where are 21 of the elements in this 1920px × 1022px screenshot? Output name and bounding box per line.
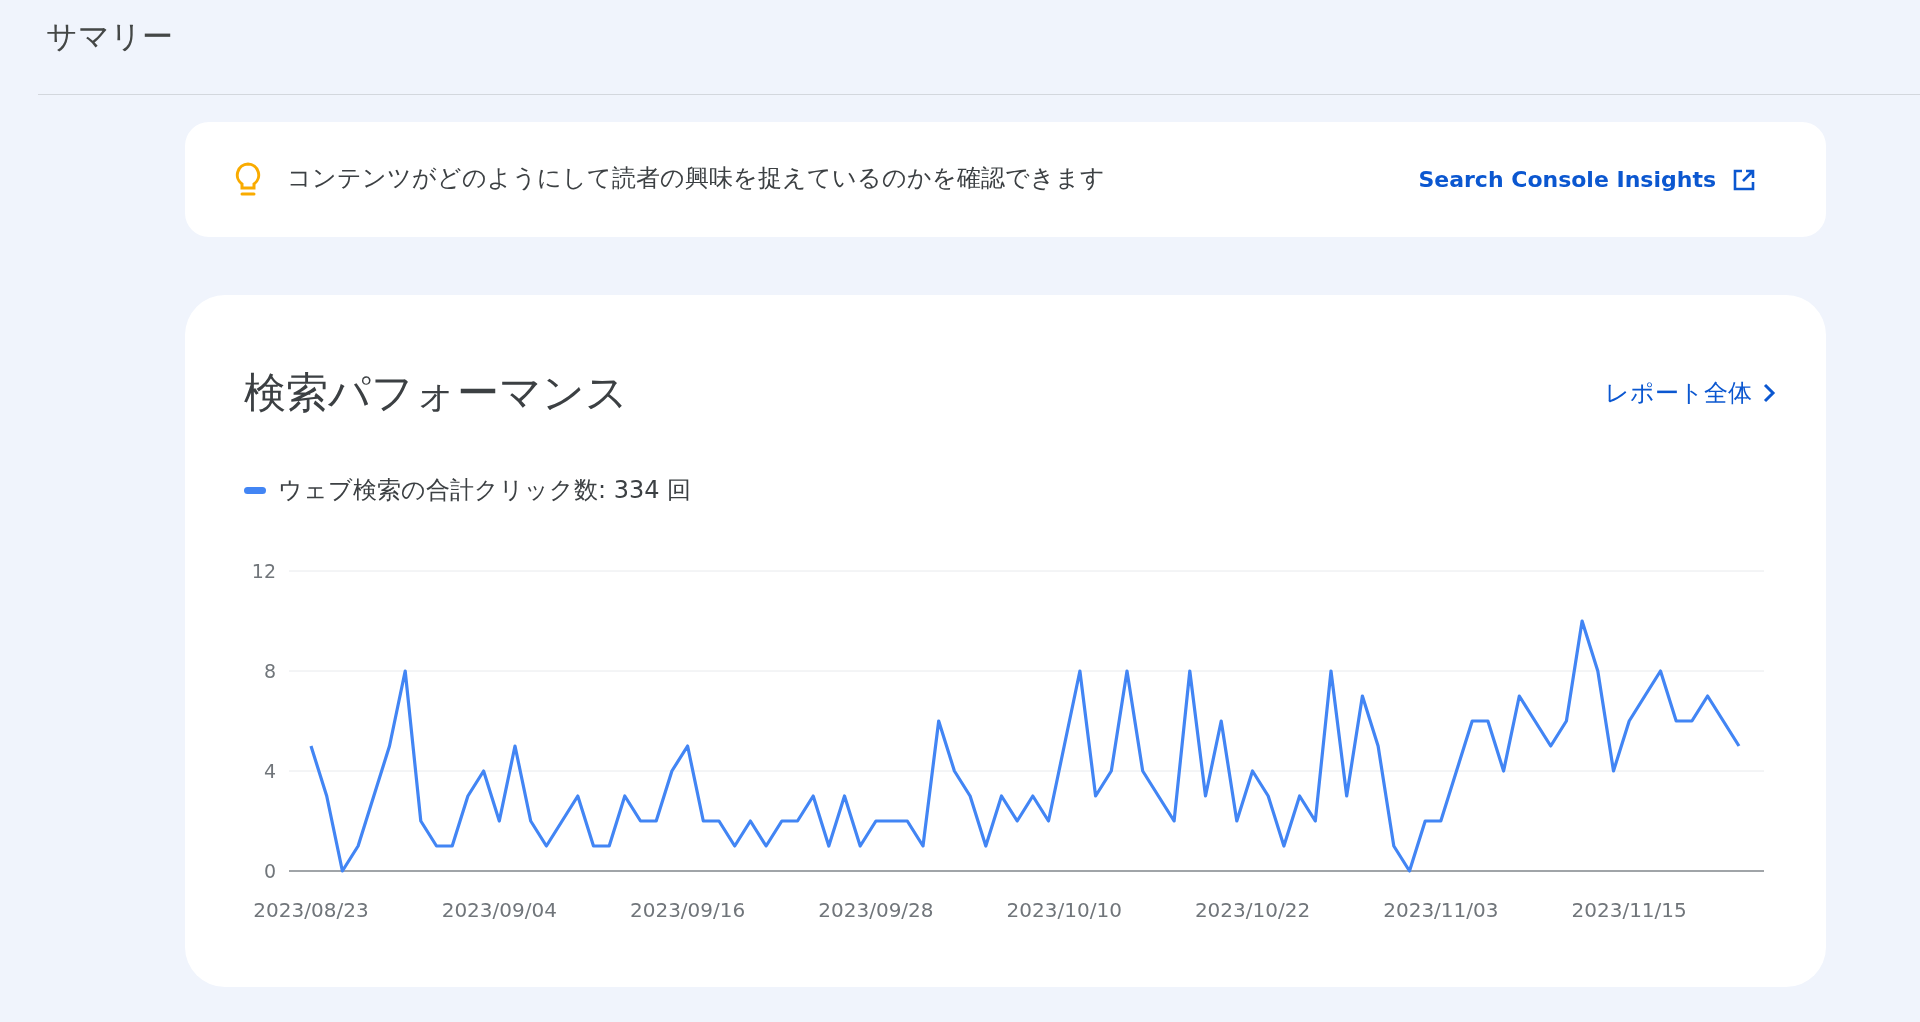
insight-text: コンテンツがどのようにして読者の興味を捉えているのかを確認できます [287,162,1106,194]
legend-label: ウェブ検索の合計クリック数: 334 回 [278,475,692,506]
y-tick-label: 8 [263,660,276,682]
y-tick-label: 12 [251,560,276,582]
x-tick-label: 2023/08/23 [253,898,369,922]
insights-link[interactable]: Search Console Insights [1418,167,1756,192]
lightbulb-icon [235,161,261,198]
chevron-right-icon [1762,382,1776,404]
x-tick-label: 2023/09/04 [441,898,557,922]
x-tick-label: 2023/11/15 [1571,898,1687,922]
x-tick-label: 2023/09/16 [629,898,746,922]
external-link-icon [1732,167,1756,192]
x-tick-label: 2023/11/03 [1383,898,1499,922]
x-tick-label: 2023/10/10 [1006,898,1122,922]
full-report-link[interactable]: レポート全体 [1605,377,1776,409]
section-title: 検索パフォーマンス [244,367,628,419]
x-tick-label: 2023/10/22 [1194,898,1311,922]
page-title: サマリー [45,17,174,56]
y-tick-label: 0 [263,860,276,882]
x-tick-label: 2023/09/28 [818,898,934,922]
y-tick-label: 4 [263,760,276,782]
